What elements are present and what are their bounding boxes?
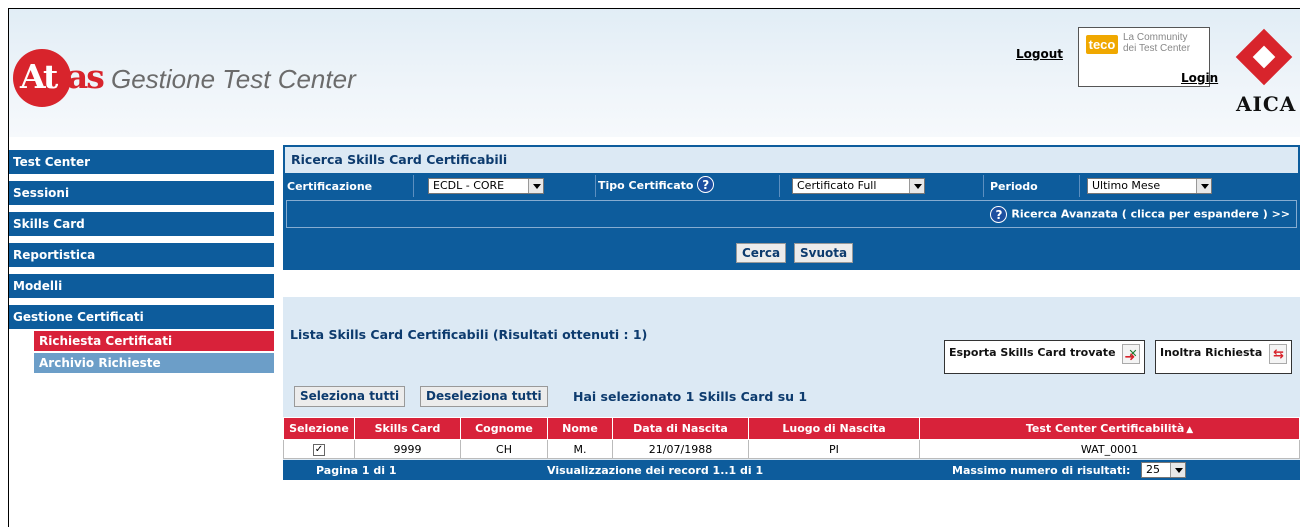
max-results-select[interactable]: 25	[1141, 462, 1186, 478]
results-table: Selezione Skills Card Cognome Nome Data …	[283, 417, 1300, 459]
sidebar-item-reportistica[interactable]: Reportistica	[9, 243, 274, 267]
clear-button[interactable]: Svuota	[794, 243, 854, 263]
luogo-nascita-cell: PI	[748, 439, 920, 459]
advanced-search-row: ? Ricerca Avanzata ( clicca per espandere…	[286, 200, 1297, 228]
chevron-down-icon	[909, 179, 924, 193]
sort-ascending-icon: ▲	[1186, 425, 1194, 435]
sidebar-subitem-richiesta-certificati[interactable]: Richiesta Certificati	[34, 331, 274, 351]
certificazione-select[interactable]: ECDL - CORE	[428, 178, 544, 194]
logo-text-main: At	[20, 57, 58, 96]
tipo-certificato-select[interactable]: Certificato Full	[792, 178, 925, 194]
column-header-test-center[interactable]: Test Center Certificabilità ▲	[919, 417, 1300, 440]
filter-row: Certificazione ECDL - CORE Tipo Certific…	[283, 175, 1300, 197]
teco-line2: dei Test Center	[1123, 43, 1191, 54]
divider	[1079, 175, 1080, 197]
skills-card-cell[interactable]: 9999	[354, 439, 461, 459]
max-results-value: 25	[1146, 463, 1160, 476]
selection-info: Hai selezionato 1 Skills Card su 1	[573, 389, 808, 404]
sidebar-item-test-center[interactable]: Test Center	[9, 150, 274, 174]
results-title: Lista Skills Card Certificabili (Risulta…	[290, 327, 648, 342]
pagination-footer: Pagina 1 di 1 Visualizzazione dei record…	[283, 460, 1300, 480]
divider	[779, 175, 780, 197]
tipo-certificato-label-wrap: Tipo Certificato ?	[598, 176, 715, 193]
advanced-search-toggle[interactable]: ? Ricerca Avanzata ( clicca per espandere…	[990, 206, 1290, 223]
deselect-all-button[interactable]: Deseleziona tutti	[420, 386, 548, 407]
advanced-search-label: Ricerca Avanzata ( clicca per espandere …	[1011, 207, 1290, 221]
sidebar: Test Center Sessioni Skills Card Reporti…	[9, 150, 274, 375]
test-center-header-label: Test Center Certificabilità	[1025, 422, 1185, 435]
sidebar-item-modelli[interactable]: Modelli	[9, 274, 274, 298]
export-skills-card-button[interactable]: Esporta Skills Card trovate ✕ ➜	[944, 340, 1146, 374]
search-panel-title: Ricerca Skills Card Certificabili	[285, 147, 1298, 173]
aica-logo: AICA	[1235, 27, 1297, 122]
sidebar-item-skills-card[interactable]: Skills Card	[9, 212, 274, 236]
tipo-certificato-label: Tipo Certificato	[598, 179, 694, 192]
column-header-luogo-nascita[interactable]: Luogo di Nascita	[748, 417, 920, 440]
aica-text: AICA	[1236, 92, 1297, 116]
forward-document-icon: ⇆	[1269, 344, 1288, 364]
tipo-certificato-value: Certificato Full	[797, 179, 877, 192]
column-header-nome[interactable]: Nome	[547, 417, 613, 440]
pagination-records: Visualizzazione dei record 1..1 di 1	[547, 464, 764, 477]
max-results-label: Massimo numero di risultati:	[952, 464, 1131, 477]
teco-logo: teco	[1086, 35, 1118, 54]
divider	[983, 175, 984, 197]
help-icon: ?	[990, 206, 1008, 223]
logout-link[interactable]: Logout	[1016, 47, 1063, 61]
excel-export-icon: ✕ ➜	[1122, 344, 1141, 365]
column-header-data-nascita[interactable]: Data di Nascita	[612, 417, 749, 440]
forward-label: Inoltra Richiesta	[1160, 346, 1263, 359]
teco-line1: La Community	[1123, 32, 1188, 43]
pagination-pages: Pagina 1 di 1	[316, 464, 397, 477]
certificazione-value: ECDL - CORE	[433, 179, 505, 192]
app-title: Gestione Test Center	[111, 64, 356, 94]
search-button[interactable]: Cerca	[736, 243, 787, 263]
help-icon[interactable]: ?	[697, 176, 715, 193]
export-label: Esporta Skills Card trovate	[949, 346, 1116, 359]
app-frame: Atlas Gestione Test Center Logout teco L…	[8, 8, 1300, 527]
row-checkbox[interactable]: ✓	[313, 444, 325, 456]
row-select-cell: ✓	[283, 439, 355, 459]
teco-caption: La Community dei Test Center	[1123, 32, 1190, 54]
chevron-down-icon	[1170, 463, 1185, 477]
column-header-skills-card[interactable]: Skills Card	[354, 417, 461, 440]
periodo-select[interactable]: Ultimo Mese	[1087, 178, 1212, 194]
table-row: ✓ 9999 CH M. 21/07/1988 PI WAT_0001	[283, 439, 1300, 459]
periodo-label: Periodo	[990, 180, 1038, 193]
logo-text-tail: las	[56, 57, 104, 96]
column-header-selezione[interactable]: Selezione	[283, 417, 355, 440]
cognome-cell: CH	[460, 439, 548, 459]
divider	[413, 175, 414, 197]
logo-wordmark: Atlas	[20, 57, 105, 96]
chevron-down-icon	[1196, 179, 1211, 193]
divider	[595, 175, 596, 197]
nome-cell: M.	[547, 439, 613, 459]
search-panel: Ricerca Skills Card Certificabili Certif…	[283, 145, 1300, 270]
test-center-cell: WAT_0001	[919, 439, 1300, 459]
periodo-value: Ultimo Mese	[1092, 179, 1161, 192]
table-header-row: Selezione Skills Card Cognome Nome Data …	[283, 417, 1300, 440]
forward-request-button[interactable]: Inoltra Richiesta ⇆	[1155, 340, 1293, 374]
chevron-down-icon	[528, 179, 543, 193]
sidebar-subitem-archivio-richieste[interactable]: Archivio Richieste	[34, 353, 274, 373]
column-header-cognome[interactable]: Cognome	[460, 417, 548, 440]
results-panel: Lista Skills Card Certificabili (Risulta…	[283, 297, 1300, 480]
certificazione-label: Certificazione	[287, 180, 373, 193]
data-nascita-cell: 21/07/1988	[612, 439, 749, 459]
sidebar-item-sessioni[interactable]: Sessioni	[9, 181, 274, 205]
select-all-button[interactable]: Seleziona tutti	[294, 386, 406, 407]
login-link[interactable]: Login	[1181, 71, 1218, 85]
sidebar-item-gestione-certificati[interactable]: Gestione Certificati	[9, 305, 274, 329]
header: Atlas Gestione Test Center Logout teco L…	[9, 9, 1300, 137]
